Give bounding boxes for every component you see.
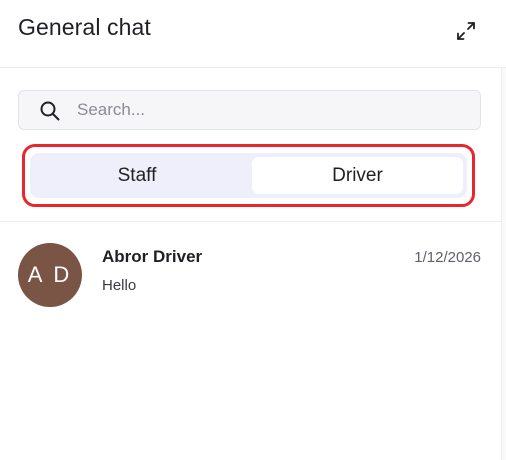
search-icon [40, 101, 60, 121]
chat-name: Abror Driver [102, 247, 203, 266]
general-chat-panel: General chat Staff Driver A D Abror Driv… [0, 0, 506, 460]
divider [0, 221, 501, 222]
chat-preview: Hello [102, 277, 137, 294]
tab-switcher: Staff Driver [30, 153, 467, 198]
panel-header: General chat [0, 0, 506, 68]
tab-driver[interactable]: Driver [252, 157, 463, 194]
avatar: A D [18, 243, 82, 307]
tab-staff[interactable]: Staff [34, 157, 240, 194]
chat-date: 1/12/2026 [414, 249, 481, 266]
expand-arrows-icon [457, 22, 475, 40]
expand-button[interactable] [452, 17, 480, 45]
chat-list-item[interactable]: A D Abror Driver 1/12/2026 Hello [0, 232, 501, 316]
search-box [18, 90, 481, 130]
search-input[interactable] [77, 91, 467, 129]
scroll-edge [501, 68, 506, 460]
panel-title: General chat [18, 14, 151, 40]
